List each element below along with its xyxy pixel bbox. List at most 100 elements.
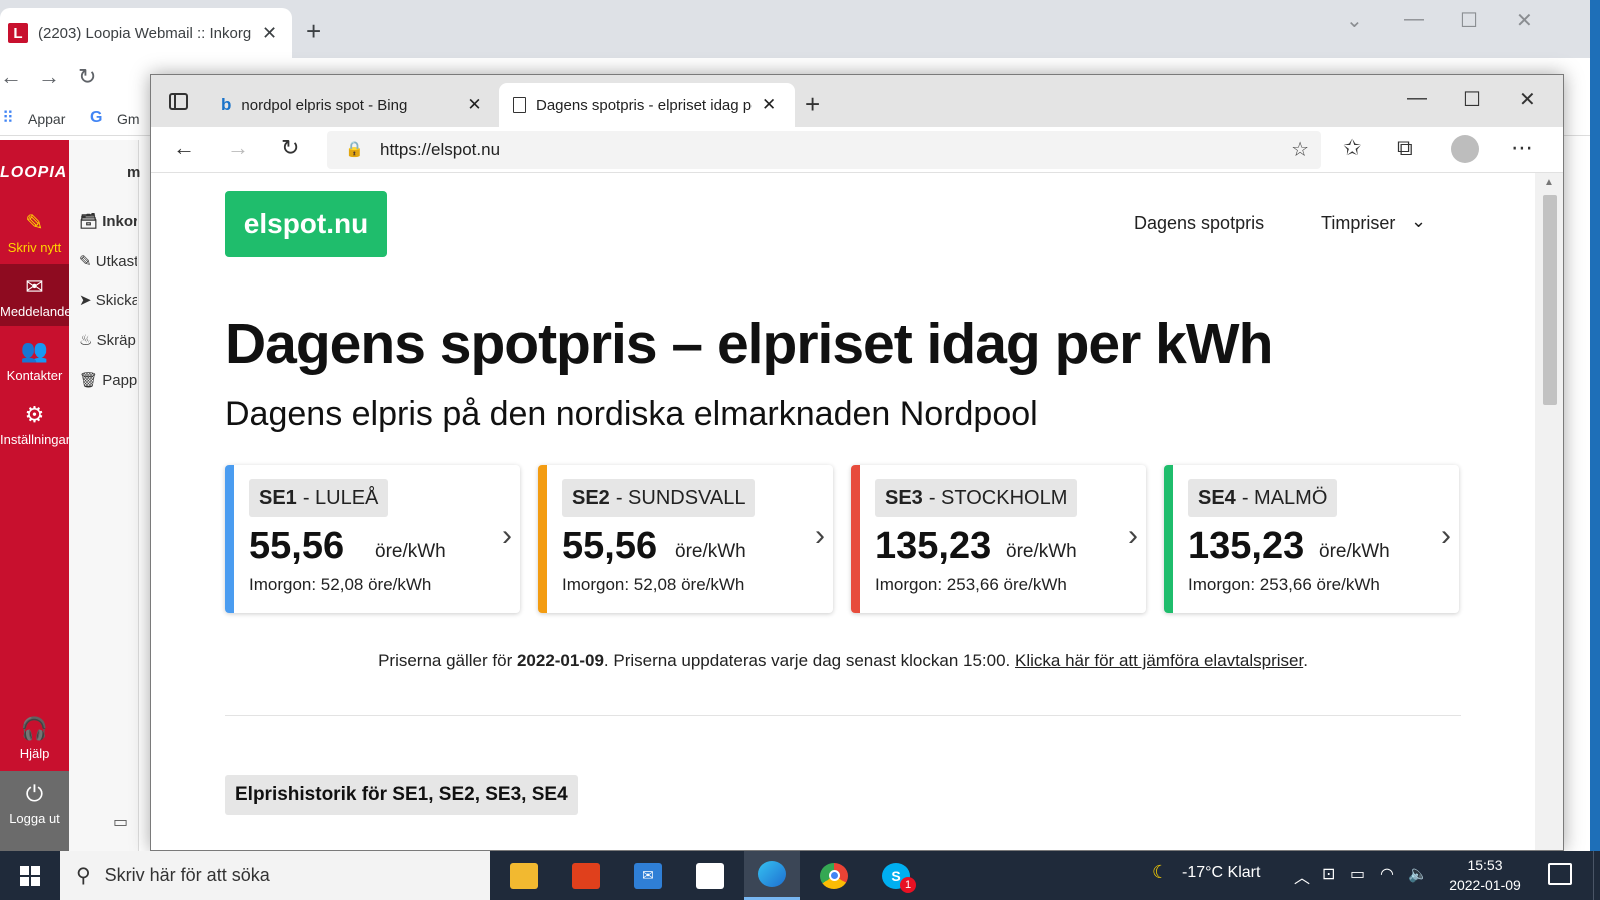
wifi-icon[interactable]: ◠ xyxy=(1380,864,1394,884)
folder-spam-label: Skräp xyxy=(96,332,136,349)
power-icon: ⏻ xyxy=(25,781,44,806)
folder-inbox[interactable]: 🗃 Inkorg xyxy=(79,212,137,230)
nav-messages[interactable]: ✉ Meddelanden xyxy=(0,264,79,326)
add-favorite-icon[interactable]: ☆ xyxy=(1291,137,1309,162)
mail-app[interactable]: ✉ xyxy=(620,851,676,900)
card-accent-bar xyxy=(538,465,547,613)
price-history-heading: Elprishistorik för SE1, SE2, SE3, SE4 xyxy=(225,775,578,815)
meet-now-icon[interactable]: ⊡ xyxy=(1322,864,1335,884)
minimize-icon[interactable]: — xyxy=(1404,8,1424,31)
chevron-down-icon[interactable]: ⌄ xyxy=(1411,211,1426,232)
nav-help[interactable]: 🎧 Hjälp xyxy=(0,716,69,761)
back-icon[interactable]: ← xyxy=(0,64,22,90)
start-button[interactable] xyxy=(0,851,60,900)
tab-actions-icon[interactable] xyxy=(169,93,188,110)
file-explorer-app[interactable] xyxy=(496,851,552,900)
more-options-icon[interactable]: ⋯ xyxy=(1511,135,1533,161)
close-window-icon[interactable]: ✕ xyxy=(1516,8,1533,33)
collections-icon[interactable]: ⧉ xyxy=(1397,135,1413,161)
nav-settings[interactable]: ⚙ Inställningar xyxy=(0,402,71,447)
weather-text[interactable]: -17°C Klart xyxy=(1182,864,1260,882)
notifications-icon[interactable] xyxy=(1548,863,1572,885)
bookmark-apps[interactable]: Appar xyxy=(28,111,65,127)
price-card-se2[interactable]: SE2- SUNDSVALL 55,56 öre/kWh Imorgon: 52… xyxy=(538,465,833,613)
folder-sent[interactable]: ➤ Skickat xyxy=(79,291,137,309)
moon-weather-icon: ☾ xyxy=(1152,862,1169,882)
minimize-icon[interactable]: — xyxy=(1407,87,1427,110)
card-accent-bar xyxy=(225,465,234,613)
loopia-folder-list: m 🗃 Inkorg ✎ Utkast ➤ Skickat ♨ Skräp 🗑 … xyxy=(69,140,140,851)
price-value: 135,23 xyxy=(875,525,992,567)
taskbar-search[interactable]: ⚲ Skriv här för att söka xyxy=(60,851,490,900)
price-value: 55,56 xyxy=(562,525,658,567)
close-tab-icon[interactable]: ✕ xyxy=(262,23,277,44)
scroll-thumb[interactable] xyxy=(1543,195,1557,405)
chevron-down-icon[interactable]: ⌄ xyxy=(1346,8,1363,33)
zone-code: SE1 xyxy=(259,486,297,509)
scroll-up-icon[interactable]: ▲ xyxy=(1544,177,1554,188)
settings-icon: ⚙ xyxy=(24,402,45,427)
mail-icon: ✉ xyxy=(634,862,662,889)
store-icon xyxy=(696,862,724,889)
bookmark-gmail[interactable]: Gm xyxy=(117,111,140,127)
price-value: 55,56 xyxy=(249,525,345,567)
profile-avatar[interactable] xyxy=(1451,135,1479,163)
price-card-se3[interactable]: SE3- STOCKHOLM 135,23 öre/kWh Imorgon: 2… xyxy=(851,465,1146,613)
price-card-se1[interactable]: SE1- LULEÅ 55,56 öre/kWh Imorgon: 52,08 … xyxy=(225,465,520,613)
clock-date: 2022-01-09 xyxy=(1449,877,1521,893)
nav-hourly-prices[interactable]: Timpriser xyxy=(1321,213,1395,234)
chrome-app[interactable] xyxy=(806,851,862,900)
search-placeholder: Skriv här för att söka xyxy=(104,865,270,885)
taskbar-clock[interactable]: 15:53 2022-01-09 xyxy=(1440,855,1530,895)
folder-spam[interactable]: ♨ Skräp xyxy=(79,331,137,349)
show-desktop-button[interactable] xyxy=(1593,851,1600,900)
elspot-logo[interactable]: elspot.nu xyxy=(225,191,387,257)
nav-help-label: Hjälp xyxy=(19,746,50,761)
folder-trash[interactable]: 🗑 Papperskorg xyxy=(79,371,137,389)
edge-app[interactable] xyxy=(744,851,800,900)
compose-icon: ✎ xyxy=(25,210,44,235)
price-info-text: Priserna gäller för 2022-01-09. Priserna… xyxy=(151,651,1535,671)
nav-settings-label: Inställningar xyxy=(0,432,71,447)
skype-app[interactable]: S 1 xyxy=(868,851,924,900)
store-app[interactable] xyxy=(682,851,738,900)
new-tab-icon[interactable]: + xyxy=(805,89,820,120)
page-scrollbar[interactable]: ▲ xyxy=(1535,173,1563,850)
nav-daily-spotprice[interactable]: Dagens spotpris xyxy=(1134,213,1264,234)
url-text[interactable]: https://elspot.nu xyxy=(380,140,500,160)
chevron-right-icon: › xyxy=(502,519,512,552)
folder-drafts[interactable]: ✎ Utkast xyxy=(79,252,137,270)
nav-contacts[interactable]: 👥 Kontakter xyxy=(0,338,69,383)
volume-icon[interactable]: 🔈 xyxy=(1408,864,1428,884)
page-subtitle: Dagens elpris på den nordiska elmarknade… xyxy=(225,395,1038,433)
lock-icon[interactable]: 🔒 xyxy=(345,140,364,158)
edge-tab-elspot[interactable]: Dagens spotpris - elpriset idag per kWh … xyxy=(499,83,795,127)
edge-tab-bing[interactable]: b nordpol elpris spot - Bing ✕ xyxy=(209,83,497,127)
favorites-icon[interactable]: ✩ xyxy=(1343,135,1361,161)
back-icon[interactable]: ← xyxy=(173,135,195,161)
logout-button[interactable]: ⏻ Logga ut xyxy=(0,771,69,851)
forward-icon[interactable]: → xyxy=(38,64,60,90)
chrome-tabstrip: L (2203) Loopia Webmail :: Inkorg ✕ + ⌄ … xyxy=(0,0,1590,58)
battery-icon[interactable]: ▭ xyxy=(1350,864,1365,884)
maximize-icon[interactable]: ☐ xyxy=(1463,87,1481,112)
reload-icon[interactable]: ↻ xyxy=(281,135,299,161)
mail-icon: ✉ xyxy=(25,274,44,299)
maximize-icon[interactable]: ☐ xyxy=(1460,8,1478,33)
close-window-icon[interactable]: ✕ xyxy=(1519,87,1536,112)
office-icon xyxy=(572,862,600,889)
new-tab-icon[interactable]: + xyxy=(306,16,321,47)
address-bar[interactable]: 🔒 https://elspot.nu ☆ xyxy=(327,131,1321,169)
price-card-se4[interactable]: SE4- MALMÖ 135,23 öre/kWh Imorgon: 253,6… xyxy=(1164,465,1459,613)
folder-sent-label: Skickat xyxy=(95,292,137,309)
close-tab-icon[interactable]: ✕ xyxy=(467,95,481,115)
compare-contracts-link[interactable]: Klicka här för att jämföra elavtalsprise… xyxy=(1015,651,1303,670)
price-unit: öre/kWh xyxy=(375,541,446,562)
nav-compose[interactable]: ✎ Skriv nytt xyxy=(0,210,69,255)
office-app[interactable] xyxy=(558,851,614,900)
reload-icon[interactable]: ↻ xyxy=(78,64,96,90)
chrome-tab-loopia[interactable]: L (2203) Loopia Webmail :: Inkorg ✕ xyxy=(0,8,292,58)
show-hidden-icons-icon[interactable]: ︿ xyxy=(1294,864,1310,888)
forward-icon[interactable]: → xyxy=(227,135,249,161)
close-tab-icon[interactable]: ✕ xyxy=(762,95,776,115)
